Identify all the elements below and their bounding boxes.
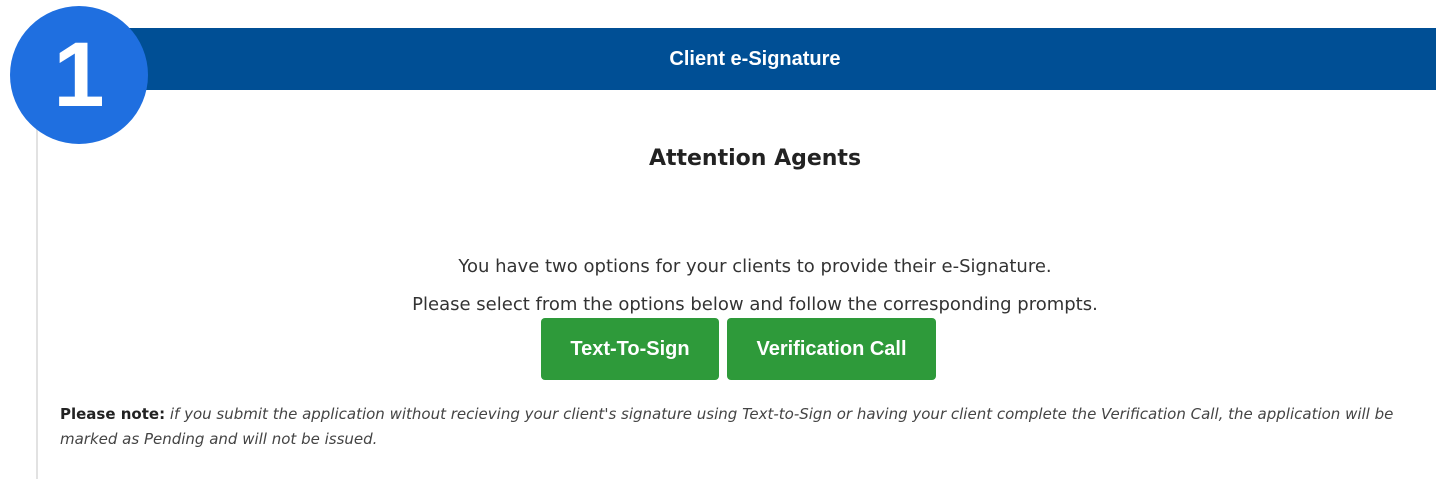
note-text: if you submit the application without re… (60, 405, 1394, 448)
verification-call-button[interactable]: Verification Call (727, 318, 936, 380)
step-number-badge: 1 (10, 6, 148, 144)
intro-line-instructions: Please select from the options below and… (412, 294, 1098, 315)
note-label: Please note: (60, 405, 166, 423)
panel-header: Client e-Signature (38, 28, 1436, 90)
signature-options: Text-To-Sign Verification Call (541, 318, 936, 380)
intro-line-options: You have two options for your clients to… (458, 256, 1052, 277)
attention-heading: Attention Agents (648, 146, 862, 171)
pending-warning-note: Please note: if you submit the applicati… (60, 402, 1428, 452)
panel-header-title: Client e-Signature (669, 47, 841, 70)
text-to-sign-button[interactable]: Text-To-Sign (541, 318, 719, 380)
